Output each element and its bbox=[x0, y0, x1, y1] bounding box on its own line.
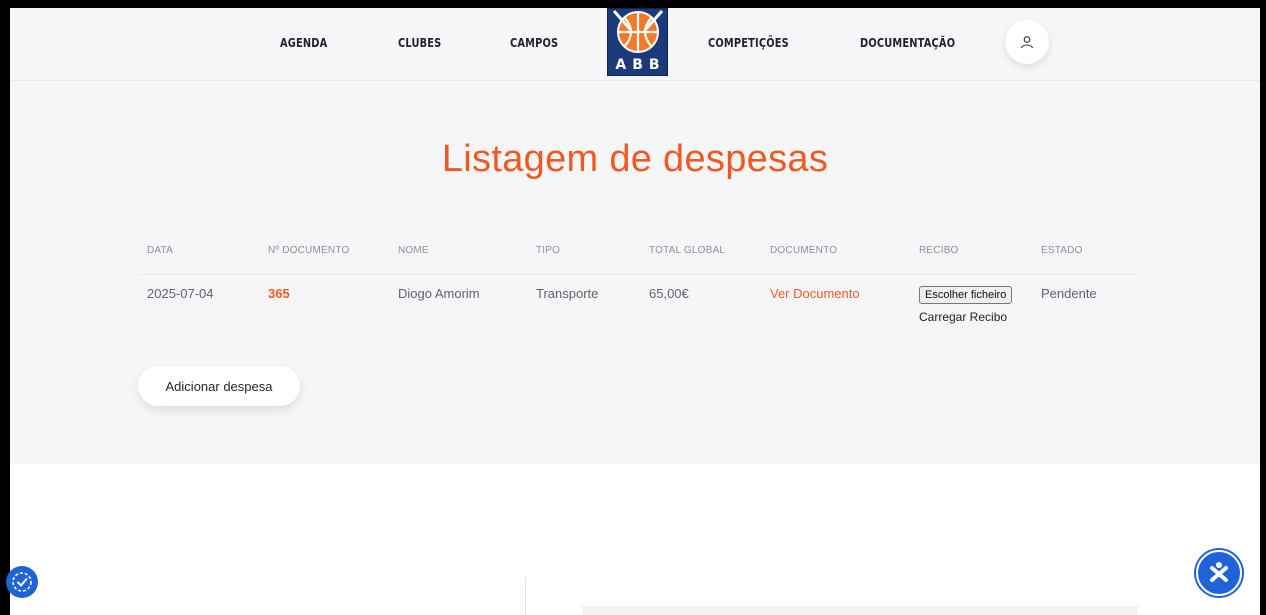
col-header-tipo: TIPO bbox=[527, 245, 640, 275]
col-header-data: DATA bbox=[138, 245, 259, 275]
table-row: 2025-07-04 365 Diogo Amorim Transporte 6… bbox=[138, 274, 1136, 334]
expenses-table: DATA Nº DOCUMENTO NOME TIPO TOTAL GLOBAL… bbox=[138, 245, 1136, 334]
accessibility-left-button[interactable] bbox=[6, 566, 38, 598]
user-icon bbox=[1020, 36, 1034, 49]
col-header-total: TOTAL GLOBAL bbox=[640, 245, 761, 275]
view-document-link[interactable]: Ver Documento bbox=[770, 286, 860, 301]
logo-letters: ABB bbox=[615, 57, 666, 73]
col-header-nome: NOME bbox=[389, 245, 527, 275]
col-header-estado: ESTADO bbox=[1032, 245, 1136, 275]
abb-logo[interactable]: ABB bbox=[607, 8, 668, 76]
nav-link-clubes[interactable]: CLUBES bbox=[398, 36, 441, 50]
upload-receipt-button[interactable]: Carregar Recibo bbox=[919, 310, 1032, 324]
accessibility-right-button[interactable] bbox=[1196, 550, 1242, 596]
choose-file-button[interactable]: Escolher ficheiro bbox=[919, 285, 1013, 304]
table-header-row: DATA Nº DOCUMENTO NOME TIPO TOTAL GLOBAL… bbox=[138, 245, 1136, 275]
cell-documento-link: Ver Documento bbox=[761, 274, 910, 334]
nav-link-documentacao[interactable]: DOCUMENTAÇÃO bbox=[860, 36, 955, 50]
footer-panel bbox=[582, 606, 1138, 615]
accessibility-icon bbox=[1210, 562, 1228, 582]
nav-link-campos[interactable]: CAMPOS bbox=[510, 36, 558, 50]
page-frame: AGENDA CLUBES CAMPOS ABB COMPETIÇÕES DOC… bbox=[10, 8, 1260, 615]
cell-recibo: Escolher ficheiro Carregar Recibo bbox=[910, 274, 1032, 334]
cell-estado: Pendente bbox=[1041, 285, 1097, 301]
cell-data: 2025-07-04 bbox=[147, 285, 214, 301]
col-header-documento-num: Nº DOCUMENTO bbox=[259, 245, 389, 275]
nav-link-agenda[interactable]: AGENDA bbox=[280, 36, 327, 50]
hero-section: AGENDA CLUBES CAMPOS ABB COMPETIÇÕES DOC… bbox=[10, 8, 1260, 464]
page-title: Listagem de despesas bbox=[441, 138, 829, 180]
cell-tipo: Transporte bbox=[536, 285, 599, 301]
col-header-documento: DOCUMENTO bbox=[761, 245, 910, 275]
footer-divider bbox=[525, 577, 526, 615]
cell-nome: Diogo Amorim bbox=[398, 285, 480, 301]
add-expense-button[interactable]: Adicionar despesa bbox=[138, 366, 300, 406]
accessibility-icon bbox=[12, 572, 32, 592]
cell-total: 65,00€ bbox=[649, 285, 689, 301]
nav-link-competicoes[interactable]: COMPETIÇÕES bbox=[708, 36, 789, 50]
user-account-button[interactable] bbox=[1005, 20, 1049, 64]
basketball-icon bbox=[612, 10, 664, 53]
cell-documento-num[interactable]: 365 bbox=[259, 274, 389, 334]
nav-divider bbox=[10, 80, 1260, 81]
col-header-recibo: RECIBO bbox=[910, 245, 1032, 275]
